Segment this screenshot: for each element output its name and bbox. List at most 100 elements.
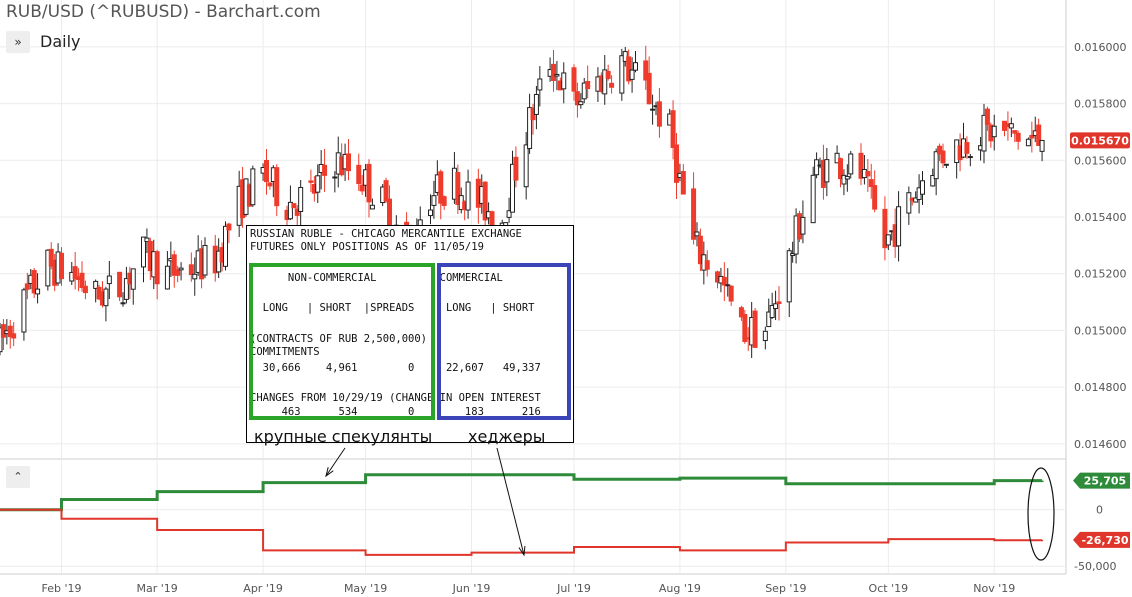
candle-body — [940, 150, 946, 164]
candle-body — [226, 223, 232, 231]
candle-body — [578, 101, 584, 106]
y-tick-label: 0.014600 — [1074, 438, 1127, 451]
candle-body — [21, 289, 27, 333]
noncommercial-highlight-box — [249, 263, 435, 420]
candle-body — [130, 268, 136, 290]
candle-body — [964, 142, 970, 154]
candle-body — [59, 252, 64, 280]
candle-body — [824, 159, 830, 183]
y-tick-label: 0.015000 — [1074, 324, 1127, 337]
chart-title: RUB/USD (^RUBUSD) - Barchart.com — [6, 2, 321, 22]
candle-body — [369, 204, 375, 210]
y-tick-label: 0.015200 — [1074, 268, 1127, 281]
candle-body — [629, 69, 635, 80]
candle-body — [786, 250, 792, 303]
candle-body — [264, 160, 269, 183]
candle-body — [322, 164, 328, 176]
candle-body — [694, 231, 700, 237]
candle-body — [513, 156, 519, 181]
last-price-label: 0.015670 — [1071, 134, 1129, 147]
candle-body — [728, 285, 734, 302]
candle-body — [1015, 132, 1021, 142]
candle-body — [106, 275, 112, 285]
candle-body — [188, 264, 194, 276]
candle-body — [346, 153, 351, 172]
y-tick-label: 0.015600 — [1074, 154, 1127, 167]
x-tick-label: Sep '19 — [765, 582, 806, 595]
commercial-highlight-box — [437, 263, 571, 420]
candle-body — [35, 288, 41, 295]
candle-body — [465, 181, 471, 211]
candle-body — [274, 167, 280, 207]
candle-body — [551, 63, 556, 81]
candle-body — [906, 192, 912, 214]
candle-body — [202, 244, 208, 276]
x-tick-label: May '19 — [344, 582, 387, 595]
hedgers-caption: хеджеры — [468, 427, 546, 446]
double-chevron-right-icon[interactable]: » — [6, 31, 30, 53]
series-value-label: -26,730 — [1081, 534, 1128, 547]
cot-line: RUSSIAN RUBLE - CHICAGO MERCANTILE EXCHA… — [250, 228, 522, 240]
candle-body — [1025, 138, 1031, 147]
candle-body — [267, 182, 273, 187]
candle-body — [670, 110, 676, 149]
chevron-up-icon[interactable]: ⌃ — [6, 466, 30, 488]
candle-body — [991, 125, 997, 138]
y-tick-label: 0.015400 — [1074, 211, 1127, 224]
candle-body — [848, 153, 854, 175]
candle-body — [773, 303, 779, 310]
x-tick-label: Oct '19 — [869, 582, 909, 595]
candle-body — [164, 265, 170, 290]
y-tick-label: 0.016000 — [1074, 41, 1127, 54]
x-tick-label: Jul '19 — [556, 582, 591, 595]
candle-body — [356, 164, 362, 185]
candle-body — [366, 163, 372, 203]
candle-body — [192, 273, 198, 280]
candle-body — [533, 93, 539, 115]
candle-body — [537, 78, 543, 91]
candle-body — [656, 101, 662, 127]
x-tick-label: Jun '19 — [452, 582, 491, 595]
candle-body — [810, 174, 816, 224]
candle-body — [154, 251, 160, 285]
candle-body — [561, 72, 567, 90]
candle-body — [814, 159, 820, 176]
candle-body — [554, 74, 560, 77]
candle-body — [291, 203, 297, 209]
candle-body — [776, 301, 782, 305]
noncommercial-net-line — [0, 473, 1044, 512]
candle-body — [298, 186, 304, 212]
candle-body — [308, 180, 314, 183]
candle-body — [250, 168, 256, 206]
candle-body — [865, 171, 871, 177]
candle-body — [489, 211, 495, 227]
commercial-net-line — [0, 508, 1044, 556]
candle-body — [79, 272, 85, 289]
speculators-arrow — [325, 447, 346, 477]
candle-body — [984, 108, 990, 125]
candle-body — [725, 284, 731, 287]
candle-body — [650, 108, 656, 111]
candle-body — [315, 175, 321, 193]
x-tick-label: Apr '19 — [243, 582, 283, 595]
speculators-arrow-head — [325, 467, 334, 478]
candle-body — [933, 151, 939, 180]
candle-body — [1039, 139, 1045, 152]
candle-body — [103, 288, 109, 307]
candle-body — [633, 62, 638, 71]
x-tick-label: Mar '19 — [137, 582, 178, 595]
candle-body — [943, 163, 949, 166]
candle-body — [1008, 123, 1014, 129]
candle-body — [646, 72, 652, 105]
candle-body — [178, 267, 184, 271]
period-selector[interactable]: Daily — [40, 32, 80, 51]
candle-body — [120, 302, 126, 305]
candle-body — [332, 176, 338, 179]
cot-line: FUTURES ONLY POSITIONS AS OF 11/05/19 — [250, 241, 484, 253]
candle-body — [24, 283, 30, 290]
y-tick-label: 0.015800 — [1074, 98, 1127, 111]
candle-body — [585, 80, 591, 90]
candle-body — [82, 285, 88, 294]
candle-body — [571, 67, 577, 92]
x-tick-label: Nov '19 — [973, 582, 1015, 595]
